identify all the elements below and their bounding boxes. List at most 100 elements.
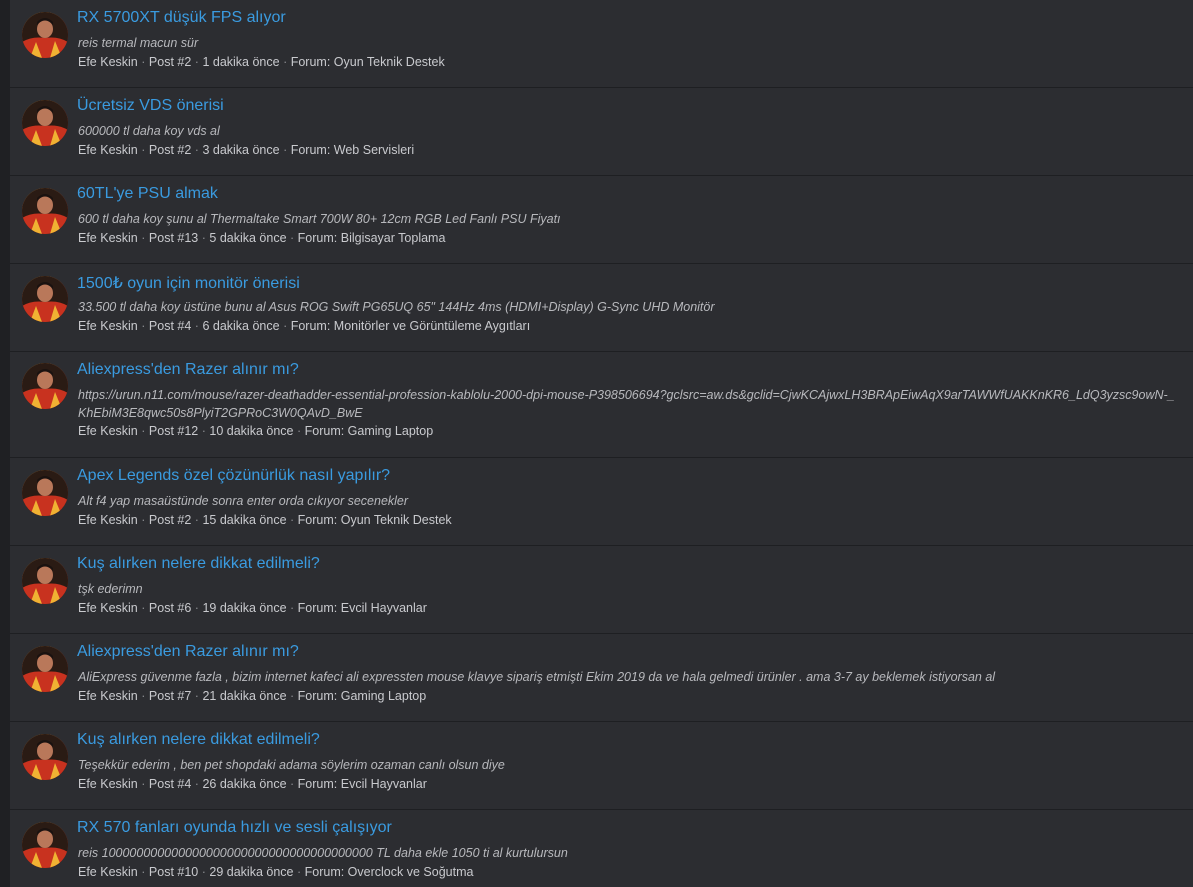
post-time: 6 dakika önce [202, 319, 280, 333]
thread-title-link[interactable]: 60TL'ye PSU almak [77, 185, 218, 203]
result-row: Ücretsiz VDS önerisi 600000 tl daha koy v… [10, 88, 1193, 176]
post-time: 1 dakika önce [202, 55, 280, 69]
meta-separator: · [194, 689, 199, 703]
meta-separator: · [283, 55, 288, 69]
meta-separator: · [290, 513, 295, 527]
meta-separator: · [290, 601, 295, 615]
forum-link[interactable]: Forum: Gaming Laptop [305, 424, 434, 438]
forum-link[interactable]: Forum: Evcil Hayvanlar [298, 601, 427, 615]
post-snippet: https://urun.n11.com/mouse/razer-deathad… [78, 388, 1175, 420]
post-snippet: reis termal macun sür [78, 36, 199, 50]
post-time: 10 dakika önce [209, 424, 294, 438]
result-row: Kuş alırken nelere dikkat edilmeli? tşk e… [10, 546, 1193, 634]
thread-title-link[interactable]: Aliexpress'den Razer alınır mı? [77, 361, 299, 379]
thread-title-link[interactable]: RX 5700XT düşük FPS alıyor [77, 9, 286, 27]
meta-separator: · [141, 319, 146, 333]
post-number-link[interactable]: Post #7 [149, 689, 191, 703]
meta-separator: · [194, 513, 199, 527]
post-number-link[interactable]: Post #2 [149, 55, 191, 69]
post-author-link[interactable]: Efe Keskin [78, 513, 138, 527]
forum-link[interactable]: Forum: Evcil Hayvanlar [298, 777, 427, 791]
post-number-link[interactable]: Post #2 [149, 513, 191, 527]
result-row: Aliexpress'den Razer alınır mı? https://u… [10, 352, 1193, 458]
post-meta: Efe Keskin · Post #6 · 19 dakika önce · … [78, 601, 427, 615]
post-time: 19 dakika önce [202, 601, 287, 615]
user-avatar[interactable] [22, 363, 68, 409]
user-avatar[interactable] [22, 100, 68, 146]
post-author-link[interactable]: Efe Keskin [78, 55, 138, 69]
meta-separator: · [290, 689, 295, 703]
result-row: Apex Legends özel çözünürlük nasıl yapıl… [10, 458, 1193, 546]
post-time: 26 dakika önce [202, 777, 287, 791]
post-number-link[interactable]: Post #4 [149, 319, 191, 333]
post-snippet: 600 tl daha koy şunu al Thermaltake Smar… [78, 212, 561, 226]
forum-link[interactable]: Forum: Overclock ve Soğutma [305, 865, 474, 879]
post-snippet: Alt f4 yap masaüstünde sonra enter orda … [78, 494, 409, 508]
meta-separator: · [141, 689, 146, 703]
thread-title-link[interactable]: 1500₺ oyun için monitör önerisi [77, 273, 300, 293]
post-time: 3 dakika önce [202, 143, 280, 157]
meta-separator: · [194, 55, 199, 69]
post-number-link[interactable]: Post #13 [149, 231, 198, 245]
user-avatar[interactable] [22, 822, 68, 868]
user-avatar[interactable] [22, 558, 68, 604]
post-author-link[interactable]: Efe Keskin [78, 143, 138, 157]
post-meta: Efe Keskin · Post #13 · 5 dakika önce · … [78, 231, 445, 245]
thread-title-link[interactable]: Kuş alırken nelere dikkat edilmeli? [77, 731, 320, 749]
forum-link[interactable]: Forum: Bilgisayar Toplama [298, 231, 446, 245]
post-meta: Efe Keskin · Post #4 · 6 dakika önce · F… [78, 319, 530, 333]
page: RX 5700XT düşük FPS alıyor reis termal ma… [0, 0, 1193, 887]
forum-link[interactable]: Forum: Oyun Teknik Destek [291, 55, 445, 69]
thread-title-link[interactable]: Aliexpress'den Razer alınır mı? [77, 643, 299, 661]
post-author-link[interactable]: Efe Keskin [78, 601, 138, 615]
meta-separator: · [290, 231, 295, 245]
result-row: RX 570 fanları oyunda hızlı ve sesli çal… [10, 810, 1193, 887]
post-author-link[interactable]: Efe Keskin [78, 424, 138, 438]
post-number-link[interactable]: Post #12 [149, 424, 198, 438]
meta-separator: · [283, 319, 288, 333]
meta-separator: · [194, 601, 199, 615]
post-snippet: tşk ederimn [78, 582, 143, 596]
post-author-link[interactable]: Efe Keskin [78, 865, 138, 879]
post-meta: Efe Keskin · Post #10 · 29 dakika önce ·… [78, 865, 473, 879]
post-meta: Efe Keskin · Post #2 · 15 dakika önce · … [78, 513, 452, 527]
forum-link[interactable]: Forum: Monitörler ve Görüntüleme Aygıtla… [291, 319, 530, 333]
post-snippet: Teşekkür ederim , ben pet shopdaki adama… [78, 758, 505, 772]
thread-title-link[interactable]: RX 570 fanları oyunda hızlı ve sesli çal… [77, 819, 392, 837]
forum-link[interactable]: Forum: Oyun Teknik Destek [298, 513, 452, 527]
post-author-link[interactable]: Efe Keskin [78, 777, 138, 791]
user-avatar[interactable] [22, 188, 68, 234]
post-snippet: 600000 tl daha koy vds al [78, 124, 220, 138]
result-row: RX 5700XT düşük FPS alıyor reis termal ma… [10, 0, 1193, 88]
post-number-link[interactable]: Post #4 [149, 777, 191, 791]
post-snippet: reis 10000000000000000000000000000000000… [78, 846, 568, 860]
thread-title-link[interactable]: Apex Legends özel çözünürlük nasıl yapıl… [77, 467, 390, 485]
meta-separator: · [201, 231, 206, 245]
meta-separator: · [141, 231, 146, 245]
user-avatar[interactable] [22, 276, 68, 322]
post-number-link[interactable]: Post #2 [149, 143, 191, 157]
thread-title-link[interactable]: Ücretsiz VDS önerisi [77, 97, 224, 115]
meta-separator: · [141, 513, 146, 527]
post-author-link[interactable]: Efe Keskin [78, 231, 138, 245]
post-number-link[interactable]: Post #6 [149, 601, 191, 615]
post-snippet: 33.500 tl daha koy üstüne bunu al Asus R… [78, 300, 715, 314]
meta-separator: · [141, 424, 146, 438]
user-avatar[interactable] [22, 12, 68, 58]
result-row: 1500₺ oyun için monitör önerisi 33.500 tl… [10, 264, 1193, 352]
meta-separator: · [141, 601, 146, 615]
forum-link[interactable]: Forum: Gaming Laptop [298, 689, 427, 703]
user-avatar[interactable] [22, 734, 68, 780]
thread-title-link[interactable]: Kuş alırken nelere dikkat edilmeli? [77, 555, 320, 573]
meta-separator: · [141, 865, 146, 879]
user-avatar[interactable] [22, 470, 68, 516]
meta-separator: · [296, 424, 302, 438]
meta-separator: · [290, 777, 295, 791]
post-author-link[interactable]: Efe Keskin [78, 689, 138, 703]
forum-link[interactable]: Forum: Web Servisleri [291, 143, 414, 157]
meta-separator: · [141, 55, 146, 69]
post-author-link[interactable]: Efe Keskin [78, 319, 138, 333]
user-avatar[interactable] [22, 646, 68, 692]
result-row: Kuş alırken nelere dikkat edilmeli? Teşek… [10, 722, 1193, 810]
post-number-link[interactable]: Post #10 [149, 865, 198, 879]
